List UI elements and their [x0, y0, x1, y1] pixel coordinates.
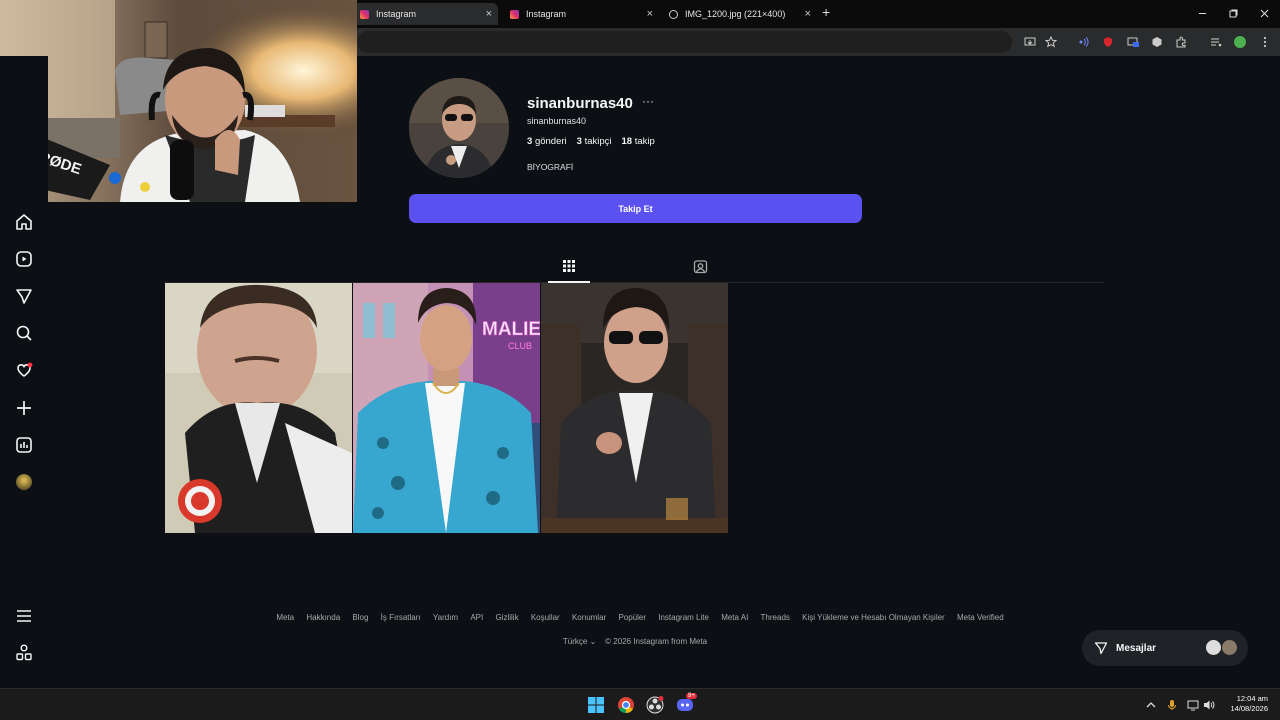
- footer-bottom: Türkçe ⌄ © 2026 Instagram from Meta: [0, 637, 1270, 646]
- messages-label: Mesajlar: [1116, 642, 1157, 654]
- bookmark-star-icon[interactable]: [1045, 36, 1057, 48]
- footer-link-meta-ai[interactable]: Meta AI: [721, 613, 748, 622]
- close-tab-icon[interactable]: ×: [647, 8, 653, 20]
- close-window-icon[interactable]: [1260, 9, 1269, 18]
- messages-button[interactable]: Mesajlar: [1082, 630, 1248, 666]
- webcam-overlay: RØDE: [0, 0, 357, 202]
- instagram-favicon-icon: [510, 9, 519, 19]
- profile-avatar-icon[interactable]: [16, 474, 32, 490]
- extension-shield-icon[interactable]: [1102, 36, 1114, 48]
- footer-link-api[interactable]: API: [470, 613, 483, 622]
- tab-instagram-1[interactable]: Instagram ×: [352, 3, 498, 25]
- club-sign-subtext: CLUB: [508, 341, 532, 351]
- profile-username: sinanburnas40: [527, 95, 633, 112]
- volume-icon[interactable]: [1203, 699, 1215, 711]
- microphone-icon[interactable]: [1167, 699, 1177, 711]
- footer-link-blog[interactable]: Blog: [352, 613, 368, 622]
- footer-link-lite[interactable]: Instagram Lite: [658, 613, 709, 622]
- footer-link-jobs[interactable]: İş Fırsatları: [381, 613, 421, 622]
- minimize-icon[interactable]: [1198, 9, 1207, 18]
- profile-photo-image: [409, 78, 509, 178]
- explore-icon[interactable]: [14, 286, 34, 306]
- clock-time: 12:04 am: [1236, 694, 1268, 703]
- footer-link-terms[interactable]: Koşullar: [531, 613, 560, 622]
- extensions-puzzle-icon[interactable]: [1175, 36, 1187, 48]
- copyright: © 2026 Instagram from Meta: [605, 637, 708, 646]
- new-tab-button[interactable]: +: [822, 4, 830, 20]
- profile-picture[interactable]: [409, 78, 509, 178]
- webcam-feed-image: RØDE: [0, 0, 357, 202]
- tab-label: IMG_1200.jpg (221×400): [685, 9, 786, 19]
- grid-icon[interactable]: [562, 259, 576, 273]
- profile-stats: 3 gönderi 3 takipçi 18 takip: [527, 136, 655, 147]
- footer-link-about[interactable]: Hakkında: [306, 613, 340, 622]
- follow-button[interactable]: Takip Et: [409, 194, 862, 223]
- tab-label: Instagram: [376, 9, 417, 19]
- followers-stat[interactable]: 3 takipçi: [577, 136, 612, 147]
- install-app-icon[interactable]: [1024, 36, 1036, 48]
- post-image-portrait: [541, 283, 728, 533]
- profile-avatar-icon[interactable]: [1234, 36, 1246, 48]
- tab-image[interactable]: IMG_1200.jpg (221×400) ×: [661, 3, 817, 25]
- extension-voice-icon[interactable]: [1078, 36, 1090, 48]
- footer-link-locations[interactable]: Konumlar: [572, 613, 606, 622]
- extension-hex-icon[interactable]: [1151, 36, 1163, 48]
- discord-badge: 9+: [686, 693, 697, 699]
- dashboard-icon[interactable]: [14, 435, 34, 455]
- footer-link-contact-upload[interactable]: Kişi Yükleme ve Hesabı Olmayan Kişiler: [802, 613, 945, 622]
- post-thumbnail-1[interactable]: [165, 283, 352, 533]
- obs-icon[interactable]: [646, 696, 664, 714]
- kebab-menu-icon[interactable]: [1259, 36, 1271, 48]
- footer-link-popular[interactable]: Popüler: [618, 613, 646, 622]
- globe-favicon-icon: [669, 9, 678, 19]
- footer-link-help[interactable]: Yardım: [433, 613, 458, 622]
- footer-link-meta-verified[interactable]: Meta Verified: [957, 613, 1004, 622]
- direct-message-icon: [1094, 642, 1108, 655]
- notifications-icon[interactable]: [14, 360, 34, 380]
- post-thumbnail-3[interactable]: [541, 283, 728, 533]
- windows-start-icon[interactable]: [588, 697, 604, 713]
- chevron-up-icon[interactable]: [1146, 700, 1156, 710]
- address-bar[interactable]: [357, 31, 1012, 53]
- footer-link-meta[interactable]: Meta: [276, 613, 294, 622]
- extension-screen-icon[interactable]: [1127, 36, 1139, 48]
- footer-link-threads[interactable]: Threads: [761, 613, 790, 622]
- chevron-down-icon: ⌄: [589, 637, 597, 646]
- options-more-icon[interactable]: ···: [642, 94, 654, 108]
- tab-instagram-2[interactable]: Instagram ×: [502, 3, 659, 25]
- following-stat[interactable]: 18 takip: [622, 136, 655, 147]
- message-avatar-icon: [1206, 640, 1221, 655]
- profile-bio: BİYOGRAFİ: [527, 162, 574, 172]
- posts-stat: 3 gönderi: [527, 136, 567, 147]
- close-tab-icon[interactable]: ×: [486, 8, 492, 20]
- tab-label: Instagram: [526, 9, 567, 19]
- profile-handle: sinanburnas40: [527, 116, 587, 126]
- tagged-icon[interactable]: [693, 259, 708, 274]
- post-image-selfie: [165, 283, 352, 533]
- create-icon[interactable]: [14, 398, 34, 418]
- restore-icon[interactable]: [1229, 9, 1238, 18]
- post-image-illustration: MALIE CLUB: [353, 283, 540, 533]
- reels-icon[interactable]: [14, 249, 34, 269]
- instagram-favicon-icon: [360, 9, 369, 19]
- system-clock[interactable]: 12:04 am 14/08/2026: [1230, 694, 1268, 714]
- message-avatar-icon: [1222, 640, 1237, 655]
- close-tab-icon[interactable]: ×: [805, 8, 811, 20]
- more-apps-icon[interactable]: [14, 643, 34, 663]
- media-controls-icon[interactable]: [1210, 36, 1222, 48]
- footer-links: Meta Hakkında Blog İş Fırsatları Yardım …: [0, 613, 1280, 622]
- clock-date: 14/08/2026: [1230, 704, 1268, 713]
- language-select[interactable]: Türkçe ⌄: [563, 637, 596, 646]
- club-sign-text: MALIE: [482, 319, 540, 340]
- windows-taskbar: 9+ 12:04 am 14/08/2026: [0, 688, 1280, 720]
- footer-link-privacy[interactable]: Gizlilik: [495, 613, 518, 622]
- network-icon[interactable]: [1187, 699, 1199, 711]
- home-icon[interactable]: [14, 212, 34, 232]
- post-thumbnail-2[interactable]: MALIE CLUB: [353, 283, 540, 533]
- chrome-icon[interactable]: [617, 696, 635, 714]
- search-icon[interactable]: [14, 323, 34, 343]
- instagram-sidebar: [0, 56, 48, 688]
